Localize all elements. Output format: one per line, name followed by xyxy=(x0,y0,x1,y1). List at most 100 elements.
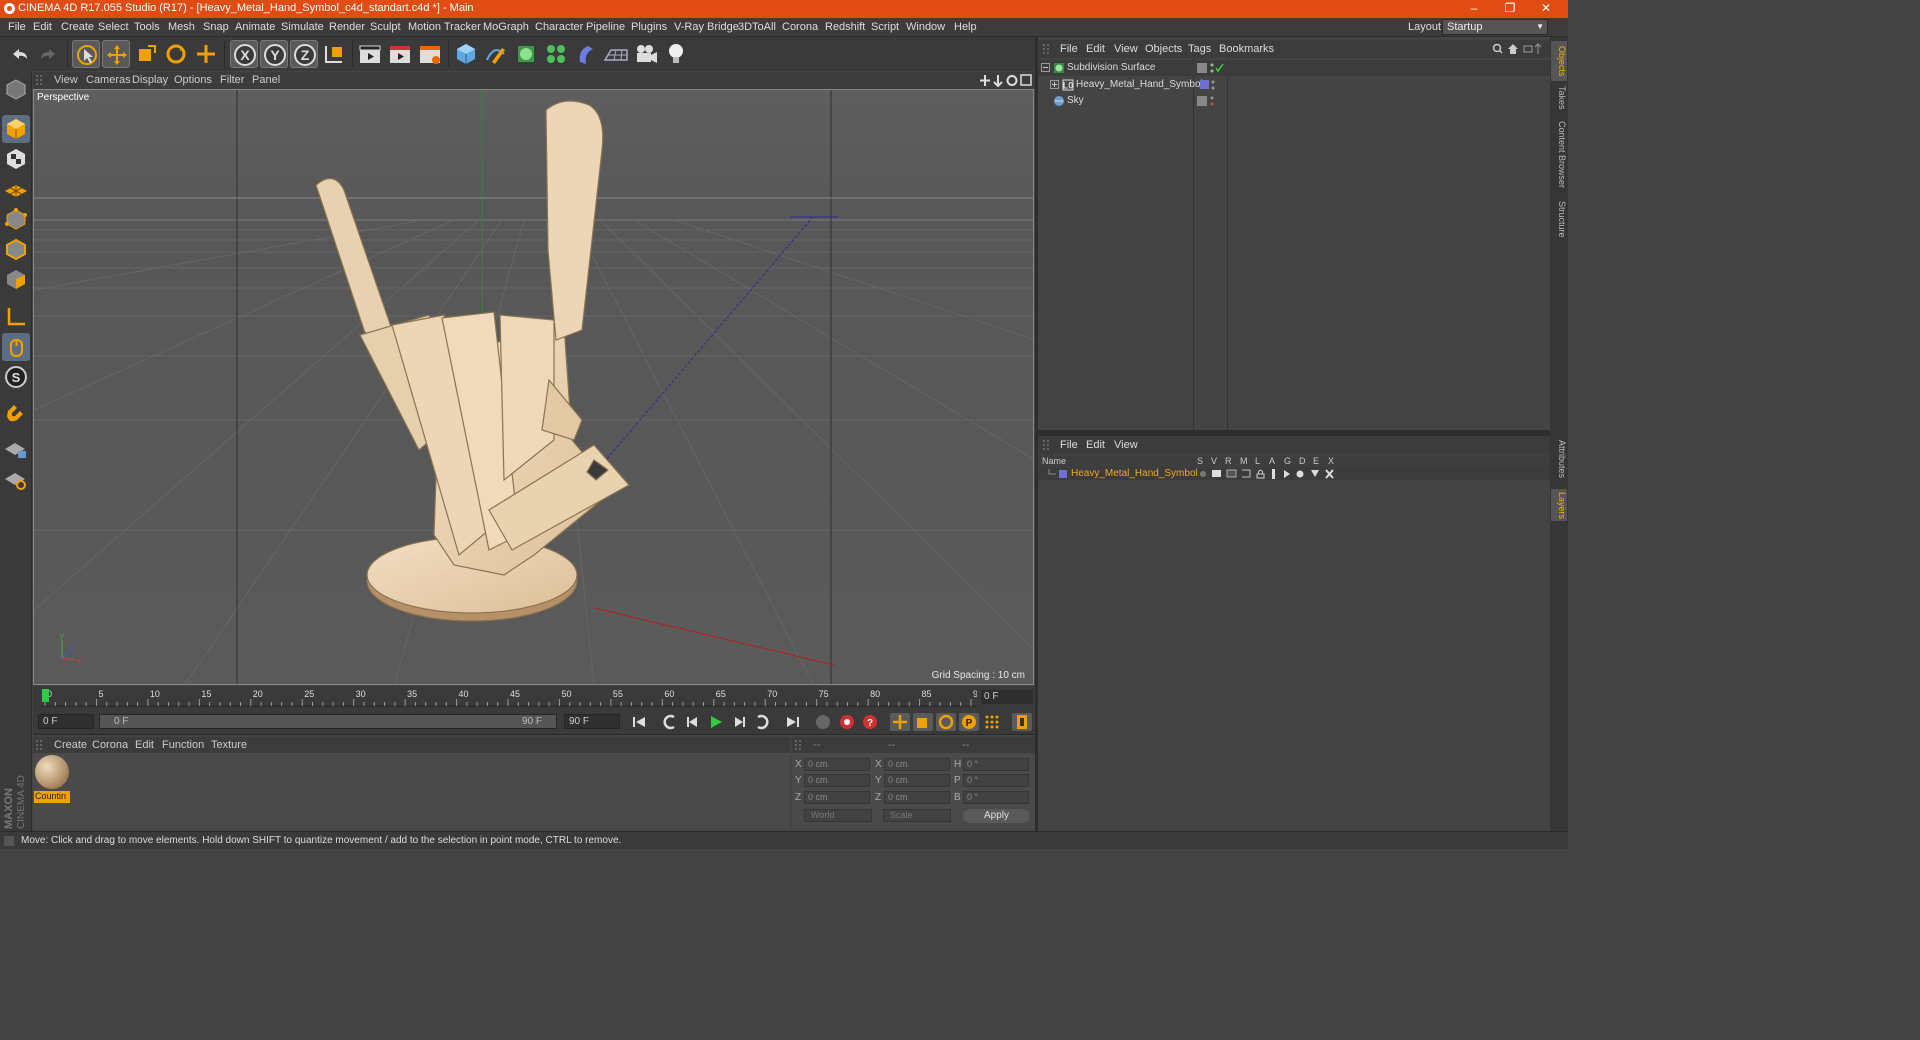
size-z-field[interactable]: 0 cm xyxy=(884,791,950,804)
menu-mograph[interactable]: MoGraph xyxy=(483,21,529,33)
om-menu-tags[interactable]: Tags xyxy=(1188,43,1211,55)
x-axis-lock-button[interactable]: X xyxy=(230,40,258,68)
column-locked[interactable]: L xyxy=(1255,456,1260,466)
expand-icon[interactable] xyxy=(1534,43,1542,54)
column-solo[interactable]: S xyxy=(1197,456,1203,466)
current-frame-field[interactable]: 0 F xyxy=(981,690,1033,704)
enable-axis-button[interactable] xyxy=(2,303,30,331)
menu-help[interactable]: Help xyxy=(954,21,977,33)
material-name-label[interactable]: Countin xyxy=(34,791,70,803)
collapse-toggle-icon[interactable] xyxy=(1041,63,1051,73)
menu-file[interactable]: File xyxy=(8,21,26,33)
planar-workplane-button[interactable] xyxy=(2,465,30,493)
add-camera-button[interactable] xyxy=(632,40,660,68)
layout-select[interactable]: Startup ▼ xyxy=(1442,19,1548,35)
material-menu-create[interactable]: Create xyxy=(54,739,87,751)
menu-render[interactable]: Render xyxy=(329,21,365,33)
material-menu-corona[interactable]: Corona xyxy=(92,739,128,751)
lock-icon[interactable] xyxy=(1256,469,1265,479)
previous-key-button[interactable] xyxy=(660,713,680,731)
tab-layers[interactable]: Layers xyxy=(1551,489,1567,521)
render-to-picture-viewer-button[interactable] xyxy=(386,40,414,68)
menu-select[interactable]: Select xyxy=(98,21,129,33)
deformer-icon[interactable] xyxy=(1296,470,1304,478)
viewport-menu-view[interactable]: View xyxy=(54,74,78,86)
menu-create[interactable]: Create xyxy=(61,21,94,33)
menu-tools[interactable]: Tools xyxy=(134,21,160,33)
column-render[interactable]: R xyxy=(1225,456,1232,466)
add-subdivision-button[interactable] xyxy=(512,40,540,68)
menu-simulate[interactable]: Simulate xyxy=(281,21,324,33)
layer-row[interactable]: Heavy_Metal_Hand_Symbol xyxy=(1038,468,1550,480)
material-menu-texture[interactable]: Texture xyxy=(211,739,247,751)
redo-button[interactable] xyxy=(35,40,63,68)
viewport-menu-display[interactable]: Display xyxy=(132,74,168,86)
om-menu-bookmarks[interactable]: Bookmarks xyxy=(1219,43,1274,55)
key-parameter-button[interactable]: P xyxy=(959,713,979,731)
next-key-button[interactable] xyxy=(752,713,772,731)
layer-color-icon[interactable] xyxy=(1200,80,1209,89)
object-row-heavy-metal-hand-symbol[interactable]: L0 Heavy_Metal_Hand_Symbol xyxy=(1038,77,1550,93)
menu-snap[interactable]: Snap xyxy=(203,21,229,33)
rot-b-field[interactable]: 0 ° xyxy=(963,791,1029,804)
column-deformers[interactable]: D xyxy=(1299,456,1306,466)
layer-icon[interactable] xyxy=(1197,96,1207,106)
menu-pipeline[interactable]: Pipeline xyxy=(586,21,625,33)
pos-z-field[interactable]: 0 cm xyxy=(804,791,870,804)
record-active-objects-button[interactable] xyxy=(837,713,857,731)
column-animation[interactable]: A xyxy=(1269,456,1275,466)
material-menu-function[interactable]: Function xyxy=(162,739,204,751)
enabled-check-icon[interactable] xyxy=(1215,63,1224,73)
object-name[interactable]: Sky xyxy=(1067,95,1084,106)
menu-character[interactable]: Character xyxy=(535,21,583,33)
viewport-menu-panel[interactable]: Panel xyxy=(252,74,280,86)
viewport-menu-filter[interactable]: Filter xyxy=(220,74,244,86)
om-menu-file[interactable]: File xyxy=(1060,43,1078,55)
coordinate-mode-select[interactable]: World xyxy=(804,809,872,822)
tab-takes[interactable]: Takes xyxy=(1551,83,1567,113)
lm-menu-view[interactable]: View xyxy=(1114,439,1138,451)
snap-button[interactable] xyxy=(2,399,30,427)
lm-menu-file[interactable]: File xyxy=(1060,439,1078,451)
z-axis-lock-button[interactable]: Z xyxy=(290,40,318,68)
preview-range-slider[interactable]: 0 F 90 F xyxy=(99,714,557,729)
editor-visibility-dot[interactable] xyxy=(1210,63,1214,67)
perspective-viewport[interactable]: y x z Perspective Grid Spacing : 10 cm xyxy=(33,89,1034,685)
next-frame-button[interactable] xyxy=(729,713,749,731)
size-mode-select[interactable]: Scale xyxy=(883,809,951,822)
column-manager[interactable]: M xyxy=(1240,456,1248,466)
object-name[interactable]: Heavy_Metal_Hand_Symbol xyxy=(1076,79,1203,90)
menu-motion-tracker[interactable]: Motion Tracker xyxy=(408,21,481,33)
apply-button[interactable]: Apply xyxy=(963,809,1030,823)
add-light-button[interactable] xyxy=(662,40,690,68)
go-to-start-button[interactable] xyxy=(629,713,649,731)
editor-visibility-dot[interactable] xyxy=(1211,80,1215,84)
edges-mode-button[interactable] xyxy=(2,235,30,263)
solo-button[interactable]: S xyxy=(2,363,30,391)
recent-tool-button[interactable] xyxy=(192,40,220,68)
previous-frame-button[interactable] xyxy=(683,713,703,731)
object-name[interactable]: Subdivision Surface xyxy=(1067,62,1155,73)
tab-content-browser[interactable]: Content Browser xyxy=(1551,117,1567,193)
make-editable-button[interactable] xyxy=(2,75,30,103)
column-xrefs[interactable]: X xyxy=(1328,456,1334,466)
object-row-sky[interactable]: Sky xyxy=(1038,93,1550,109)
frame-ruler[interactable]: 051015202530354045505560657075808590 xyxy=(41,686,977,708)
pan-icon[interactable] xyxy=(980,75,990,86)
expression-icon[interactable] xyxy=(1311,470,1319,477)
key-pla-button[interactable] xyxy=(982,713,1002,731)
object-row-subdivision-surface[interactable]: Subdivision Surface xyxy=(1038,60,1550,76)
layer-name[interactable]: Heavy_Metal_Hand_Symbol xyxy=(1071,468,1198,479)
menu-redshift[interactable]: Redshift xyxy=(825,21,865,33)
texture-mode-button[interactable] xyxy=(2,145,30,173)
tab-attributes[interactable]: Attributes xyxy=(1551,433,1567,485)
menu-window[interactable]: Window xyxy=(906,21,945,33)
rotate-tool-button[interactable] xyxy=(162,40,190,68)
menu-plugins[interactable]: Plugins xyxy=(631,21,667,33)
key-scale-button[interactable] xyxy=(913,713,933,731)
viewport-menu-cameras[interactable]: Cameras xyxy=(86,74,131,86)
go-to-end-button[interactable] xyxy=(783,713,803,731)
render-visibility-dot[interactable] xyxy=(1210,102,1214,106)
home-icon[interactable] xyxy=(1508,44,1518,54)
close-button[interactable]: ✕ xyxy=(1524,0,1568,18)
